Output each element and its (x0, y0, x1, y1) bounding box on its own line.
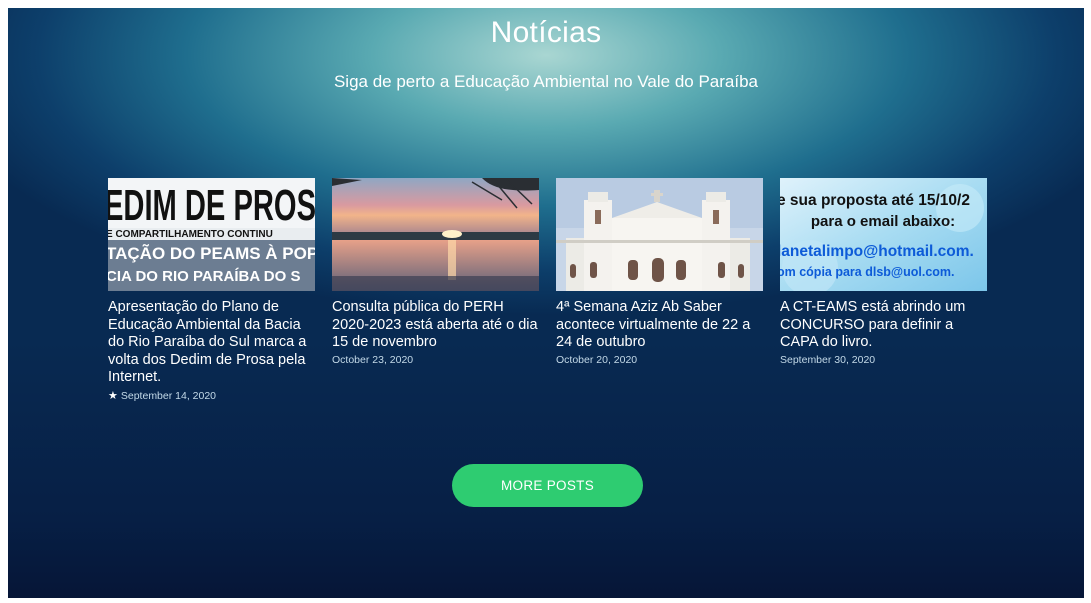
post-thumbnail-concurso[interactable]: e sua proposta até 15/10/2 para o email … (780, 178, 987, 291)
news-section: Notícias Siga de perto a Educação Ambien… (8, 8, 1084, 598)
post-date: October 23, 2020 (332, 353, 414, 366)
thumbnail-image: e sua proposta até 15/10/2 para o email … (780, 178, 987, 291)
thumbnail-image: EDIM DE PROS E COMPARTILHAMENTO CONTINU … (108, 178, 315, 291)
thumbnail-image (332, 178, 539, 291)
post-date-wrapper: ★ September 14, 2020 (108, 389, 316, 402)
thumb-line-4: CIA DO RIO PARAÍBA DO S (108, 268, 300, 285)
post-card: 4ª Semana Aziz Ab Saber acontece virtual… (556, 178, 764, 366)
thumb-line-4: om cópia para dlsb@uol.com. (780, 265, 955, 279)
section-subtitle: Siga de perto a Educação Ambiental no Va… (333, 72, 759, 91)
post-title-link[interactable]: Apresentação do Plano de Educação Ambien… (108, 299, 316, 387)
post-thumbnail-church[interactable] (556, 178, 763, 291)
post-title-link[interactable]: Consulta pública do PERH 2020-2023 está … (332, 299, 540, 352)
post-title-link[interactable]: 4ª Semana Aziz Ab Saber acontece virtual… (556, 299, 764, 352)
post-date: October 20, 2020 (556, 353, 638, 366)
post-thumbnail-sunset-river[interactable] (332, 178, 539, 291)
post-title-link[interactable]: A CT-EAMS está abrindo um CONCURSO para … (780, 299, 988, 352)
thumb-line-3: lanetalimpo@hotmail.com. (780, 243, 974, 260)
post-card: Consulta pública do PERH 2020-2023 está … (332, 178, 540, 366)
post-date: September 14, 2020 (120, 389, 217, 402)
star-icon: ★ (108, 389, 118, 402)
section-title: Notícias (490, 16, 602, 49)
thumb-line-2: para o email abaixo: (811, 213, 955, 230)
thumbnail-image (556, 178, 763, 291)
post-date: September 30, 2020 (780, 353, 876, 366)
more-posts-button[interactable]: MORE POSTS (452, 464, 643, 507)
thumb-line-1: EDIM DE PROS (108, 181, 315, 230)
thumb-line-1: e sua proposta até 15/10/2 (780, 192, 970, 209)
thumb-line-2: E COMPARTILHAMENTO CONTINU (108, 229, 273, 240)
post-card: EDIM DE PROS E COMPARTILHAMENTO CONTINU … (108, 178, 316, 402)
thumb-line-3: TAÇÃO DO PEAMS À POPU (108, 243, 315, 263)
post-thumbnail-dedim-de-prosa[interactable]: EDIM DE PROS E COMPARTILHAMENTO CONTINU … (108, 178, 315, 291)
post-card: e sua proposta até 15/10/2 para o email … (780, 178, 988, 366)
